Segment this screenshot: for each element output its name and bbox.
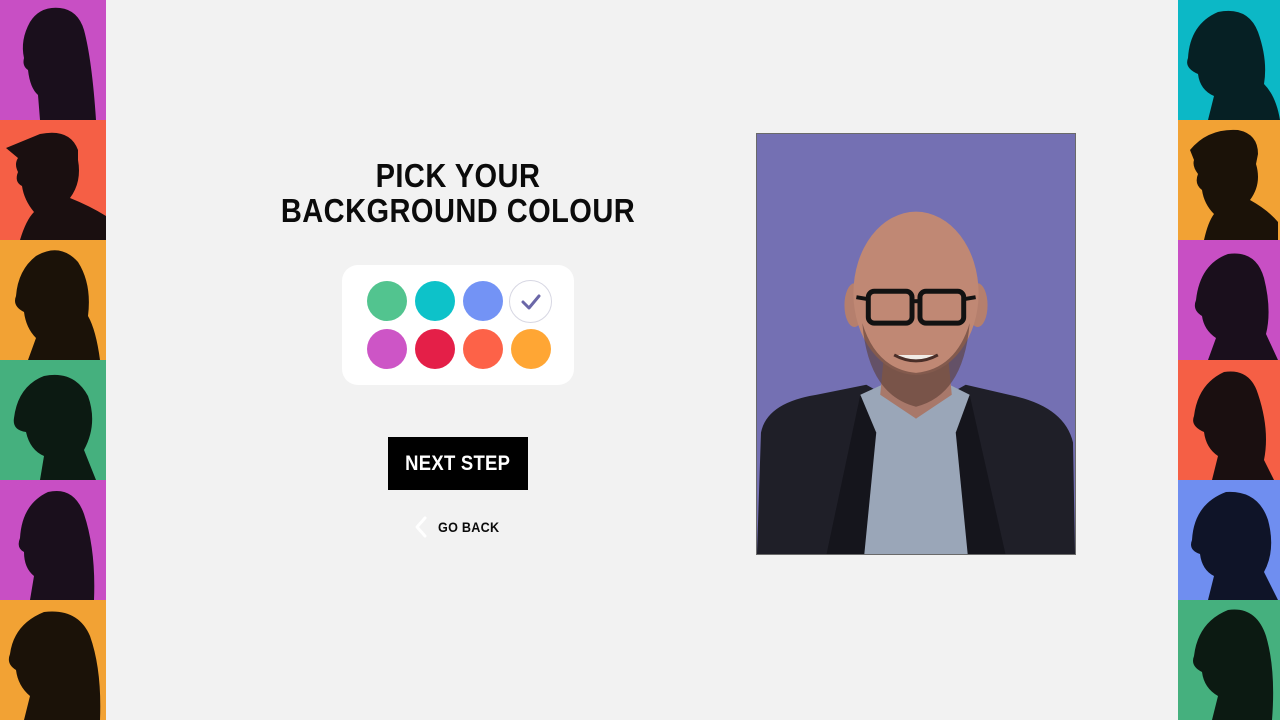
silhouette-tile	[0, 480, 106, 600]
portrait-image	[757, 134, 1075, 554]
swatch-teal[interactable]	[415, 281, 455, 321]
swatch-orange[interactable]	[511, 329, 551, 369]
silhouette-tile	[1178, 240, 1280, 360]
silhouette-image	[0, 360, 106, 480]
page-title: PICK YOUR BACKGROUND COLOUR	[280, 157, 636, 229]
swatch-red[interactable]	[415, 329, 455, 369]
silhouette-image	[1178, 360, 1280, 480]
swatch-coral[interactable]	[463, 329, 503, 369]
silhouette-image	[1178, 0, 1280, 120]
chevron-left-icon	[415, 516, 427, 538]
silhouette-tile	[1178, 360, 1280, 480]
silhouette-image	[0, 240, 106, 360]
swatch-blue[interactable]	[463, 281, 503, 321]
silhouette-image	[0, 120, 106, 240]
silhouette-image	[1178, 240, 1280, 360]
go-back-link[interactable]: GO BACK	[412, 515, 506, 539]
check-icon	[521, 294, 540, 309]
silhouette-tile	[0, 120, 106, 240]
silhouette-image	[1178, 600, 1280, 720]
silhouette-image	[0, 0, 106, 120]
go-back-label: GO BACK	[438, 519, 500, 535]
photo-preview	[756, 133, 1076, 555]
next-step-label: NEXT STEP	[405, 451, 511, 475]
silhouette-tile	[1178, 600, 1280, 720]
silhouette-tile	[0, 240, 106, 360]
silhouette-tile	[1178, 480, 1280, 600]
silhouette-tile	[1178, 0, 1280, 120]
right-silhouette-strip	[1178, 0, 1280, 720]
silhouette-tile	[0, 0, 106, 120]
silhouette-tile	[0, 600, 106, 720]
swatch-magenta[interactable]	[367, 329, 407, 369]
photo-booth-screen: PICK YOUR BACKGROUND COLOUR NEXT STEP GO…	[0, 0, 1280, 720]
left-silhouette-strip	[0, 0, 106, 720]
colour-picker-card	[342, 265, 574, 385]
swatch-purple[interactable]	[509, 280, 552, 323]
silhouette-tile	[0, 360, 106, 480]
next-step-button[interactable]: NEXT STEP	[388, 437, 528, 490]
silhouette-image	[1178, 120, 1280, 240]
silhouette-image	[0, 600, 106, 720]
swatch-green[interactable]	[367, 281, 407, 321]
silhouette-image	[1178, 480, 1280, 600]
silhouette-tile	[1178, 120, 1280, 240]
silhouette-image	[0, 480, 106, 600]
